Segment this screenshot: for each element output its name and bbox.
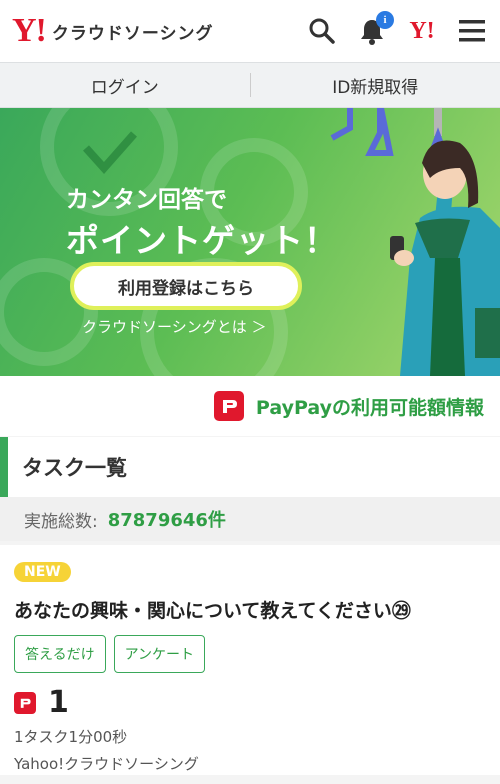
task-reward: 1 — [14, 685, 486, 720]
notification-bell-icon[interactable]: i — [356, 11, 394, 47]
yahoo-home-icon[interactable]: Y! — [406, 15, 438, 47]
register-button[interactable]: 利用登録はこちら — [70, 262, 302, 310]
total-count-row: 実施総数: 87879646件 — [0, 497, 500, 541]
paypay-icon — [213, 391, 244, 421]
login-link[interactable]: ログイン — [0, 73, 250, 98]
auth-bar: ログイン ID新規取得 — [0, 62, 500, 108]
banner-headline-2: ポイントゲット！ — [66, 221, 338, 260]
about-crowdsourcing-link[interactable]: クラウドソーシングとは ＞ — [82, 316, 266, 337]
task-title: あなたの興味・関心について教えてください㉙ — [14, 600, 411, 622]
header-icons: i Y! — [306, 11, 488, 47]
task-provider: Yahoo!クラウドソーシング — [14, 755, 199, 773]
section-title: タスク一覧 — [22, 456, 127, 480]
woman-on-train-illustration — [330, 108, 500, 376]
menu-icon[interactable] — [456, 15, 488, 47]
promo-banner: カンタン回答で ポイントゲット！ 利用登録はこちら クラウドソーシングとは ＞ — [0, 108, 500, 376]
task-tag: 答えるだけ — [14, 635, 106, 673]
yahoo-crowdsourcing-logo[interactable]: Y! クラウドソーシング — [12, 12, 214, 50]
yahoo-logo-mark: Y! — [12, 12, 47, 49]
total-value: 87879646件 — [107, 510, 226, 531]
logo-text: クラウドソーシング — [51, 23, 214, 44]
paypay-label: PayPayの利用可能額情報 — [255, 396, 484, 419]
notification-badge: i — [376, 11, 394, 29]
task-duration: 1タスク1分00秒 — [14, 728, 128, 746]
new-badge: NEW — [14, 562, 71, 582]
task-list-heading: タスク一覧 — [0, 437, 500, 497]
paypay-info-link[interactable]: PayPayの利用可能額情報 — [0, 376, 500, 436]
task-tags: 答えるだけ アンケート — [14, 635, 486, 673]
yahoo-mark: Y! — [409, 17, 435, 44]
reward-value: 1 — [48, 685, 69, 720]
signup-link[interactable]: ID新規取得 — [251, 73, 500, 98]
task-card[interactable]: NEW あなたの興味・関心について教えてください㉙ 答えるだけ アンケート 1 … — [0, 545, 500, 775]
total-label: 実施総数: — [24, 511, 98, 532]
task-tag: アンケート — [113, 635, 206, 673]
paypay-icon — [14, 691, 36, 714]
check-decor-icon — [83, 131, 137, 175]
search-icon[interactable] — [306, 15, 338, 47]
app-header: Y! クラウドソーシング i Y! — [0, 0, 500, 62]
banner-headline-1: カンタン回答で — [66, 187, 227, 213]
